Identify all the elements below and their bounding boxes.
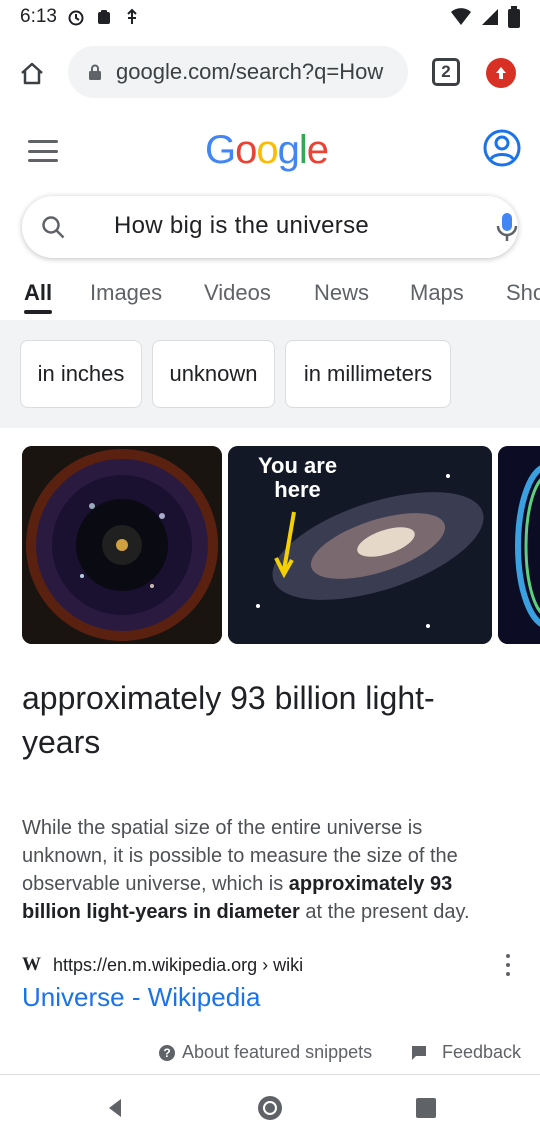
more-options-icon[interactable] — [506, 954, 512, 976]
system-nav-bar — [0, 1075, 540, 1140]
url-text: google.com/search?q=How — [116, 59, 384, 84]
menu-icon[interactable] — [28, 140, 58, 162]
mic-icon[interactable] — [496, 212, 518, 247]
recents-icon — [416, 1098, 436, 1118]
home-icon — [21, 62, 43, 85]
tab-videos[interactable]: Videos — [204, 280, 271, 306]
arrow-up-icon — [496, 67, 506, 79]
tab-images[interactable]: Images — [90, 280, 162, 306]
search-icon — [40, 214, 66, 245]
back-button[interactable] — [100, 1093, 130, 1123]
chip-unknown[interactable]: unknown — [152, 340, 275, 408]
google-header: Google — [0, 110, 540, 192]
source-row: W https://en.m.wikipedia.org › wiki — [22, 950, 522, 980]
tab-maps[interactable]: Maps — [410, 280, 464, 306]
refinement-chips: in inches unknown in millimeters — [0, 320, 540, 420]
svg-text:?: ? — [163, 1046, 170, 1060]
home-nav-button[interactable] — [255, 1093, 285, 1123]
tab-shopping[interactable]: Sho — [506, 280, 540, 306]
back-icon — [109, 1099, 121, 1117]
active-tab-indicator — [24, 310, 52, 314]
recents-button[interactable] — [411, 1093, 441, 1123]
about-snippets-link[interactable]: ? About featured snippets — [158, 1042, 372, 1063]
lock-icon — [89, 64, 101, 80]
feedback-link[interactable]: Feedback — [410, 1042, 521, 1063]
tab-switcher-button[interactable]: 2 — [432, 58, 460, 86]
status-bar: 6:13 — [0, 0, 540, 34]
featured-snippet: While the spatial size of the entire uni… — [22, 817, 470, 923]
snippet-footer: ? About featured snippets Feedback — [0, 1038, 540, 1068]
signal-icon — [480, 7, 500, 33]
wifi-icon — [450, 7, 472, 33]
chip-in-millimeters[interactable]: in millimeters — [285, 340, 451, 408]
search-input[interactable]: How big is the universe — [114, 212, 369, 240]
status-right-icons — [450, 6, 520, 34]
address-bar[interactable]: google.com/search?q=How — [68, 46, 408, 98]
battery-icon — [508, 6, 520, 34]
home-button[interactable] — [14, 56, 50, 92]
browser-toolbar: google.com/search?q=How 2 — [0, 34, 540, 110]
account-icon[interactable] — [482, 128, 522, 168]
chip-in-inches[interactable]: in inches — [20, 340, 142, 408]
status-time: 6:13 — [20, 6, 57, 27]
tab-all[interactable]: All — [24, 280, 52, 306]
google-logo[interactable]: Google — [205, 128, 329, 173]
notification-app-icon — [95, 8, 113, 26]
featured-answer: approximately 93 billion light-years — [22, 680, 435, 760]
usb-icon — [123, 8, 141, 26]
image-observable-universe[interactable] — [22, 446, 222, 644]
update-menu-button[interactable] — [486, 58, 516, 88]
wikipedia-icon: W — [22, 954, 41, 975]
alarm-icon — [67, 8, 85, 26]
image-carousel: You are here — [0, 446, 540, 646]
result-title-link[interactable]: Universe - Wikipedia — [22, 982, 260, 1013]
help-icon: ? — [159, 1044, 175, 1061]
source-breadcrumb[interactable]: https://en.m.wikipedia.org › wiki — [53, 955, 303, 976]
image-you-are-here[interactable]: You are here — [228, 446, 492, 644]
image-caption: You are here — [258, 453, 338, 502]
tab-news[interactable]: News — [314, 280, 369, 306]
feedback-icon — [412, 1045, 426, 1060]
section-divider — [0, 414, 540, 428]
image-partial[interactable] — [498, 446, 540, 644]
search-tabs: All Images Videos News Maps Sho — [0, 270, 540, 320]
search-box[interactable]: How big is the universe — [22, 196, 518, 258]
home-circle-icon — [258, 1096, 282, 1120]
